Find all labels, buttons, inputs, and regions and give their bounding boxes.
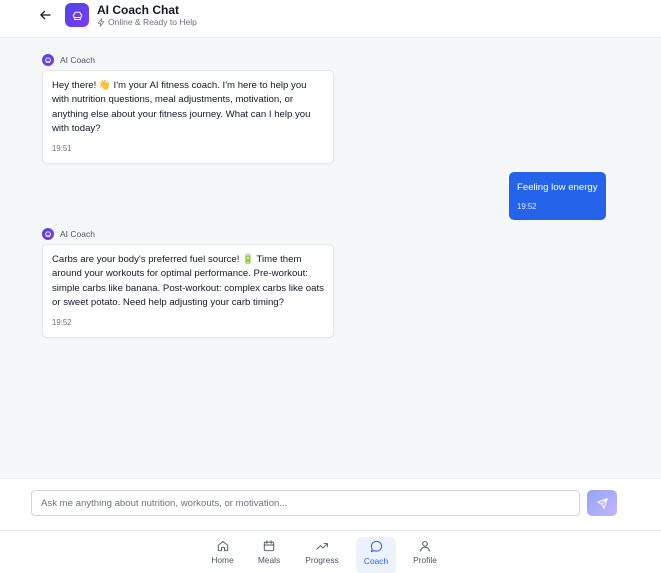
chef-hat-icon [72, 11, 82, 20]
message-time: 19:52 [52, 317, 72, 327]
send-button[interactable] [587, 490, 617, 516]
sender-name: AI Coach [60, 55, 95, 65]
send-icon [596, 497, 608, 509]
chef-hat-icon [42, 54, 54, 66]
ai-message: Carbs are your body's preferred fuel sou… [42, 244, 334, 339]
nav-progress[interactable]: Progress [301, 537, 343, 573]
status-label: Online & Ready to Help [108, 17, 197, 27]
nav-label: Home [211, 555, 234, 565]
header: AI Coach Chat Online & Ready to Help [0, 0, 661, 38]
home-icon [217, 541, 228, 552]
message-text: Carbs are your body's preferred fuel sou… [52, 254, 324, 309]
message-time: 19:52 [517, 202, 537, 211]
zap-icon [97, 17, 105, 27]
chat-icon [370, 540, 382, 553]
calendar-icon [263, 540, 275, 552]
message-text: Feeling low energy [517, 182, 598, 193]
sender-name: AI Coach [60, 229, 95, 239]
nav-meals[interactable]: Meals [253, 537, 285, 573]
nav-home[interactable]: Home [206, 537, 239, 573]
coach-label: AI Coach [42, 228, 95, 240]
coach-avatar [65, 3, 89, 27]
user-icon [420, 541, 430, 552]
chat-input[interactable] [31, 490, 580, 516]
user-message: Feeling low energy 19:52 [509, 172, 606, 220]
nav-label: Profile [413, 555, 437, 565]
arrow-left-icon [39, 10, 51, 20]
trending-up-icon [315, 543, 328, 550]
app-root: AI Coach Chat Online & Ready to Help AI … [0, 0, 661, 573]
page-title: AI Coach Chat [97, 3, 180, 17]
nav-coach[interactable]: Coach [356, 537, 396, 573]
message-time: 19:51 [52, 143, 72, 153]
bottom-nav: Home Meals Progress Coach Profile [0, 530, 661, 573]
nav-label: Meals [257, 555, 281, 565]
nav-label: Progress [305, 555, 339, 565]
nav-profile[interactable]: Profile [410, 537, 440, 573]
chef-hat-icon [42, 228, 54, 240]
message-text: Hey there! 👋 I'm your AI fitness coach. … [52, 80, 311, 135]
composer [0, 478, 661, 530]
coach-label: AI Coach [42, 54, 95, 66]
nav-label: Coach [363, 556, 389, 566]
back-button[interactable] [36, 8, 54, 22]
status-text: Online & Ready to Help [97, 17, 197, 27]
ai-message: Hey there! 👋 I'm your AI fitness coach. … [42, 70, 334, 165]
